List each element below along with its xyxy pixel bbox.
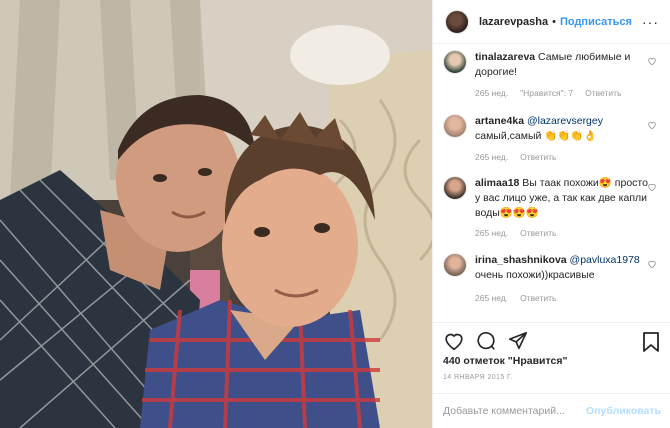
comment-meta: 265 нед. Ответить bbox=[475, 152, 556, 162]
comment-meta: 265 нед. Ответить bbox=[475, 228, 556, 238]
comment-username[interactable]: tinalazareva bbox=[475, 51, 535, 63]
comment-reply-button[interactable]: Ответить bbox=[520, 228, 556, 238]
comment-time[interactable]: 265 нед. bbox=[475, 293, 508, 303]
header-separator: • bbox=[552, 15, 556, 28]
comment-item: irina_shashnikova @pavluxa1978 очень пох… bbox=[433, 247, 670, 309]
comment-time[interactable]: 265 нед. bbox=[475, 152, 508, 162]
selfie-image bbox=[0, 0, 432, 428]
comment-like-heart-icon[interactable] bbox=[647, 120, 657, 130]
add-comment-bar: Опубликовать bbox=[433, 393, 670, 428]
comment-avatar[interactable] bbox=[443, 50, 467, 74]
comment-body: artane4ka @lazarevsergey самый,самый 👏👏👏… bbox=[475, 114, 651, 144]
follow-button[interactable]: Подписаться bbox=[560, 16, 632, 28]
comment-reply-button[interactable]: Ответить bbox=[585, 88, 621, 98]
comment-item: artane4ka @lazarevsergey самый,самый 👏👏👏… bbox=[433, 108, 670, 170]
post-date[interactable]: 14 ЯНВАРЯ 2015 Г. bbox=[443, 374, 513, 381]
comment-body: alimaa18 Вы таак похожи😍 просто у вас ли… bbox=[475, 176, 651, 221]
comment-text: самый,самый 👏👏👏👌 bbox=[475, 130, 597, 142]
comment-meta: 265 нед. Ответить bbox=[475, 293, 556, 303]
comment-icon[interactable] bbox=[475, 330, 497, 352]
comment-like-heart-icon[interactable] bbox=[647, 182, 657, 192]
share-icon[interactable] bbox=[507, 330, 529, 352]
likes-count[interactable]: 440 отметок "Нравится" bbox=[443, 355, 567, 367]
more-options-icon[interactable]: ··· bbox=[642, 14, 659, 30]
comment-body: tinalazareva Самые любимые и дорогие! bbox=[475, 50, 651, 80]
comment-time[interactable]: 265 нед. bbox=[475, 88, 508, 98]
author-avatar[interactable] bbox=[445, 9, 469, 34]
comment-like-heart-icon[interactable] bbox=[647, 56, 657, 66]
comment-time[interactable]: 265 нед. bbox=[475, 228, 508, 238]
comment-like-heart-icon[interactable] bbox=[647, 259, 657, 269]
comment-mention[interactable]: @pavluxa1978 bbox=[570, 254, 640, 266]
comment-avatar[interactable] bbox=[443, 114, 467, 138]
bookmark-icon[interactable] bbox=[641, 331, 661, 353]
comment-meta: 265 нед. "Нравится": 7 Ответить bbox=[475, 88, 621, 98]
comment-avatar[interactable] bbox=[443, 176, 467, 200]
comment-item: alimaa18 Вы таак похожи😍 просто у вас ли… bbox=[433, 170, 670, 246]
comment-input[interactable] bbox=[443, 405, 587, 417]
post-side-panel: lazarevpasha • Подписаться ··· tinalazar… bbox=[432, 0, 670, 428]
comment-username[interactable]: alimaa18 bbox=[475, 177, 519, 189]
comment-reply-button[interactable]: Ответить bbox=[520, 152, 556, 162]
comment-text: очень похожи))красивые bbox=[475, 269, 595, 281]
comment-username[interactable]: artane4ka bbox=[475, 115, 524, 127]
post-photo[interactable] bbox=[0, 0, 432, 428]
post-actions-bar bbox=[433, 322, 670, 358]
comment-username[interactable]: irina_shashnikova bbox=[475, 254, 567, 266]
author-username[interactable]: lazarevpasha bbox=[479, 16, 548, 28]
comments-list: tinalazareva Самые любимые и дорогие! 26… bbox=[433, 44, 670, 322]
comment-item: tinalazareva Самые любимые и дорогие! 26… bbox=[433, 44, 670, 116]
publish-button[interactable]: Опубликовать bbox=[586, 405, 661, 417]
comment-likes[interactable]: "Нравится": 7 bbox=[520, 88, 573, 98]
comment-mention[interactable]: @lazarevsergey bbox=[527, 115, 603, 127]
heart-icon[interactable] bbox=[443, 330, 465, 352]
comment-body: irina_shashnikova @pavluxa1978 очень пох… bbox=[475, 253, 651, 283]
comment-avatar[interactable] bbox=[443, 253, 467, 277]
post-header: lazarevpasha • Подписаться ··· bbox=[433, 0, 670, 44]
comment-reply-button[interactable]: Ответить bbox=[520, 293, 556, 303]
